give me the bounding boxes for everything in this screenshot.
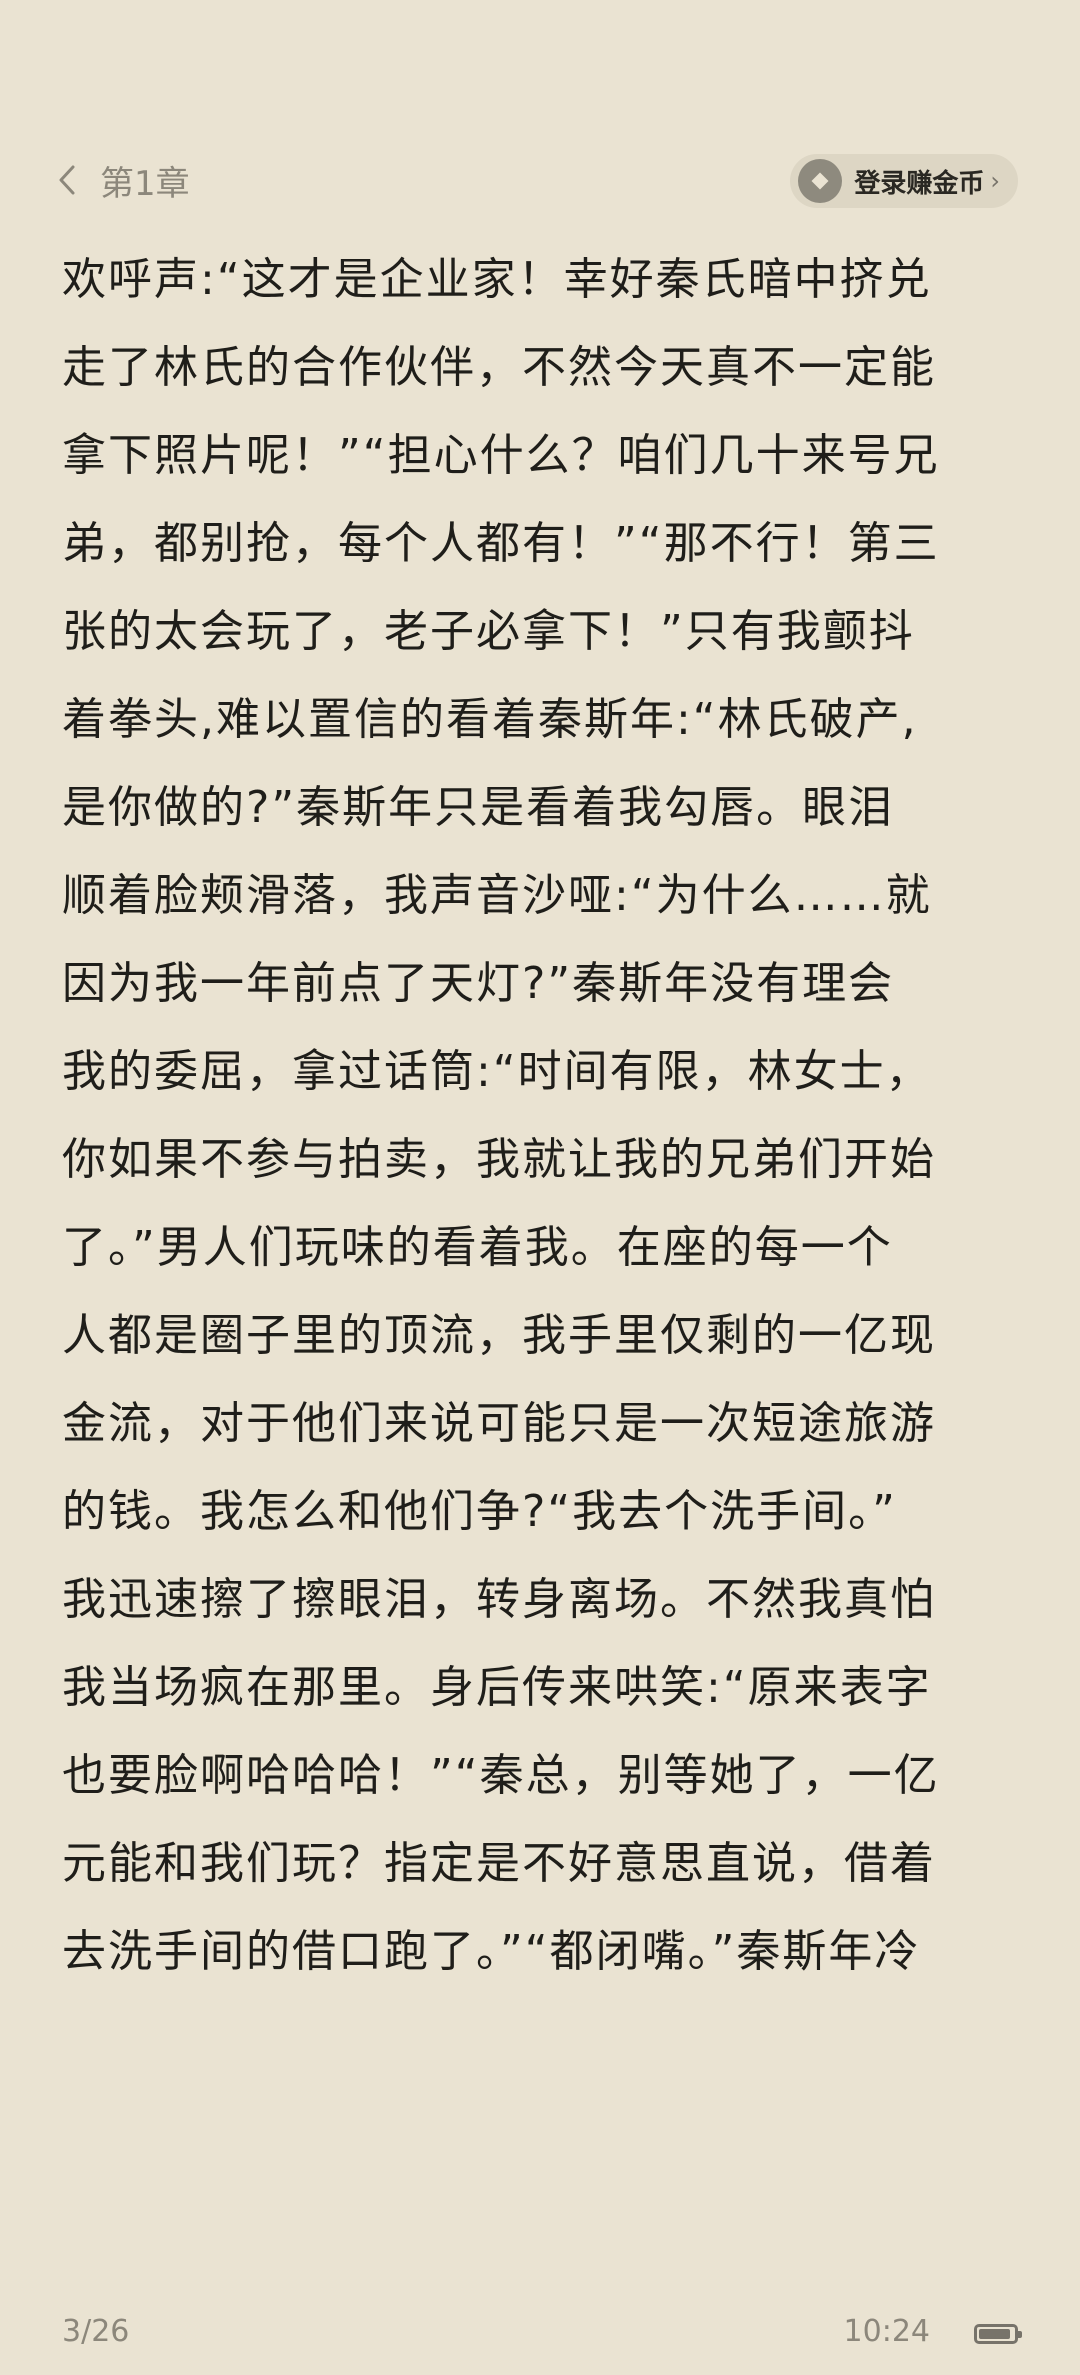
text-line: 着拳头,难以置信的看着秦斯年:“林氏破产, — [62, 694, 918, 745]
text-line: 也要脸啊哈哈哈！”“秦总，别等她了，一亿 — [62, 1750, 940, 1801]
battery-icon — [974, 2324, 1022, 2344]
clock-time: 10:24 — [843, 2314, 930, 2349]
text-line: 人都是圈子里的顶流，我手里仅剩的一亿现 — [62, 1310, 936, 1361]
chevron-left-icon — [59, 165, 75, 195]
text-line: 欢呼声:“这才是企业家！幸好秦氏暗中挤兑 — [62, 254, 932, 305]
text-line: 弟，都别抢，每个人都有！”“那不行！第三 — [62, 518, 940, 569]
text-line: 我的委屈，拿过话筒:“时间有限，林女士， — [62, 1046, 932, 1097]
text-line: 元能和我们玩？指定是不好意思直说，借着 — [62, 1838, 936, 1889]
login-earn-coins-button[interactable]: 登录赚金币 › — [790, 154, 1018, 208]
back-to-chapter-button[interactable]: 第1章 — [56, 156, 190, 204]
chevron-right-icon: › — [990, 167, 1000, 195]
reading-text[interactable]: 欢呼声:“这才是企业家！幸好秦氏暗中挤兑 走了林氏的合作伙伴，不然今天真不一定能拿… — [62, 236, 1022, 1996]
login-label: 登录赚金币 — [854, 168, 985, 199]
text-line: 走了林氏的合作伙伴，不然今天真不一定能 — [62, 342, 936, 393]
text-line: 你如果不参与拍卖，我就让我的兄弟们开始 — [62, 1134, 936, 1185]
coin-icon — [798, 159, 843, 203]
text-line: 因为我一年前点了天灯?”秦斯年没有理会 — [62, 958, 895, 1009]
text-line: 我迅速擦了擦眼泪，转身离场。不然我真怕 — [62, 1574, 936, 1625]
page-indicator: 3/26 — [62, 2314, 130, 2349]
chapter-title: 第1章 — [100, 163, 190, 204]
text-line: 是你做的?”秦斯年只是看着我勾唇。眼泪 — [62, 782, 895, 833]
text-line: 张的太会玩了，老子必拿下！”只有我颤抖 — [62, 606, 915, 657]
text-line: 了。”男人们玩味的看着我。在座的每一个 — [62, 1222, 893, 1273]
text-line: 我当场疯在那里。身后传来哄笑:“原来表字 — [62, 1662, 932, 1713]
text-line: 的钱。我怎么和他们争?“我去个洗手间。” — [62, 1486, 897, 1537]
reader-top-bar: 第1章 登录赚金币 › — [0, 150, 1080, 210]
text-line: 去洗手间的借口跑了。”“都闭嘴。”秦斯年冷 — [62, 1926, 921, 1977]
reader-footer: 3/26 10:24 — [0, 2306, 1080, 2356]
text-line: 拿下照片呢！”“担心什么？咱们几十来号兄 — [62, 430, 940, 481]
text-line: 顺着脸颊滑落，我声音沙哑:“为什么……就 — [62, 870, 932, 921]
text-line: 金流，对于他们来说可能只是一次短途旅游 — [62, 1398, 936, 1449]
battery-level — [979, 2329, 1010, 2339]
